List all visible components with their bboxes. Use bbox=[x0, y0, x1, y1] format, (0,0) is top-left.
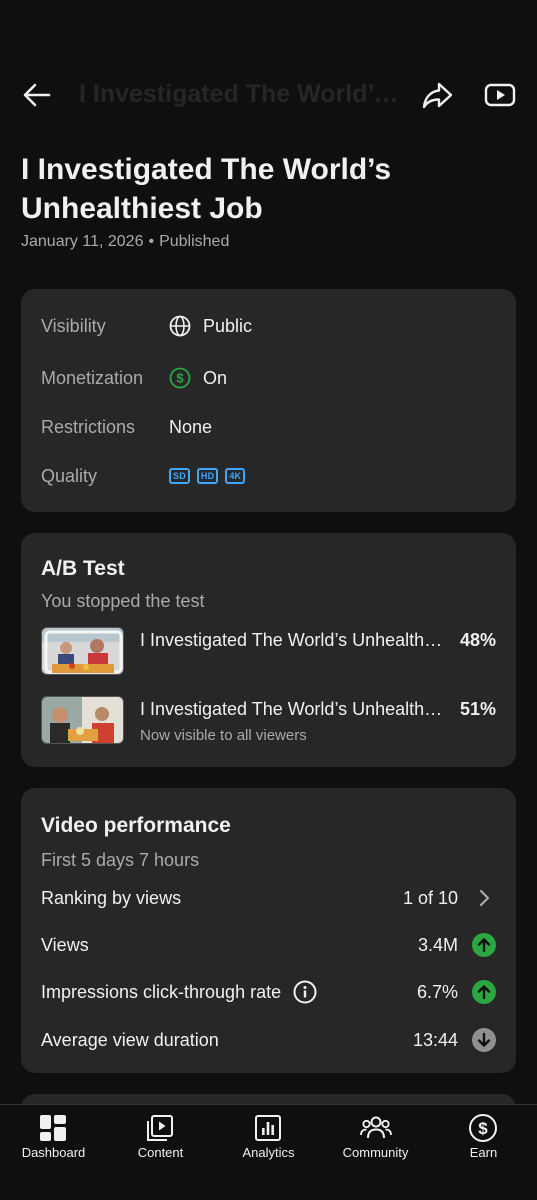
arrow-left-icon bbox=[23, 83, 51, 107]
ab-variant-row[interactable]: I Investigated The World’s Unhealthiest … bbox=[41, 696, 496, 746]
variant-note: Now visible to all viewers bbox=[140, 727, 307, 744]
4k-badge: 4K bbox=[225, 468, 246, 484]
video-meta: January 11, 2026 • Published bbox=[21, 233, 229, 251]
ctr-label: Impressions click-through rate bbox=[41, 980, 317, 1004]
nav-analytics[interactable]: Analytics bbox=[215, 1105, 322, 1200]
views-label: Views bbox=[41, 934, 89, 955]
youtube-button[interactable] bbox=[484, 79, 516, 111]
visibility-row[interactable]: Visibility Public bbox=[41, 311, 496, 341]
ab-variant-row[interactable]: I Investigated The World’s Unhealthiest … bbox=[41, 627, 496, 677]
ab-test-subtitle: You stopped the test bbox=[41, 591, 205, 611]
share-button[interactable] bbox=[421, 79, 453, 111]
ranking-label: Ranking by views bbox=[41, 887, 182, 908]
quality-row[interactable]: Quality SD HD 4K bbox=[41, 461, 496, 491]
share-icon bbox=[422, 82, 453, 109]
restrictions-value: None bbox=[169, 416, 213, 437]
variant-thumbnail bbox=[41, 627, 124, 675]
topbar-title: I Investigated The World’s Unhealthiest … bbox=[79, 80, 409, 108]
content-icon bbox=[147, 1115, 173, 1141]
globe-icon bbox=[169, 315, 191, 337]
restrictions-label: Restrictions bbox=[41, 416, 136, 437]
variant-percent: 48% bbox=[459, 630, 496, 650]
visibility-label: Visibility bbox=[41, 315, 106, 336]
variant-title: I Investigated The World’s Unhealthiest … bbox=[140, 699, 445, 719]
arrow-up-circle-icon bbox=[472, 933, 496, 957]
chevron-right-icon[interactable] bbox=[472, 886, 496, 910]
publish-status: Published bbox=[159, 233, 230, 250]
arrow-up-circle-icon bbox=[472, 980, 496, 1004]
nav-community[interactable]: Community bbox=[322, 1105, 429, 1200]
views-value: 3.4M bbox=[417, 934, 458, 955]
nav-content[interactable]: Content bbox=[107, 1105, 214, 1200]
video-title: I Investigated The World’s Unhealthiest … bbox=[21, 153, 392, 225]
svg-text:$: $ bbox=[478, 1119, 488, 1138]
svg-text:$: $ bbox=[176, 371, 184, 386]
video-performance-card[interactable]: Video performance First 5 days 7 hours R… bbox=[21, 788, 516, 1073]
views-row: Views 3.4M bbox=[41, 930, 496, 960]
ab-test-heading: A/B Test bbox=[41, 557, 125, 580]
restrictions-row[interactable]: Restrictions None bbox=[41, 412, 496, 442]
monetization-row[interactable]: Monetization $ On bbox=[41, 363, 496, 393]
performance-subtitle: First 5 days 7 hours bbox=[41, 850, 200, 870]
dollar-circle-icon: $ bbox=[169, 367, 191, 389]
ranking-row[interactable]: Ranking by views 1 of 10 bbox=[41, 883, 496, 913]
community-icon bbox=[360, 1116, 392, 1139]
ctr-value: 6.7% bbox=[416, 981, 458, 1002]
publish-date: January 11, 2026 bbox=[21, 233, 144, 250]
ab-test-card[interactable]: A/B Test You stopped the test I Investig… bbox=[21, 533, 516, 767]
sd-badge: SD bbox=[169, 468, 190, 484]
avd-label: Average view duration bbox=[41, 1029, 219, 1050]
variant-title: I Investigated The World’s Unhealthiest … bbox=[140, 630, 445, 650]
arrow-down-circle-icon bbox=[472, 1028, 496, 1052]
monetization-value: $ On bbox=[169, 367, 227, 389]
dashboard-icon bbox=[40, 1115, 66, 1141]
monetization-label: Monetization bbox=[41, 367, 144, 388]
analytics-icon bbox=[255, 1115, 281, 1141]
performance-heading: Video performance bbox=[41, 814, 231, 837]
avd-value: 13:44 bbox=[412, 1029, 458, 1050]
meta-separator: • bbox=[148, 233, 155, 250]
avg-view-duration-row: Average view duration 13:44 bbox=[41, 1025, 496, 1055]
quality-label: Quality bbox=[41, 465, 98, 486]
video-details-card[interactable]: Visibility Public Monetization $ On Rest… bbox=[21, 289, 516, 512]
youtube-play-icon bbox=[484, 83, 516, 107]
earn-icon: $ bbox=[469, 1114, 497, 1142]
nav-earn[interactable]: $ Earn bbox=[430, 1105, 537, 1200]
quality-badges: SD HD 4K bbox=[169, 468, 252, 484]
hd-badge: HD bbox=[196, 468, 219, 484]
back-button[interactable] bbox=[22, 80, 52, 110]
info-icon[interactable] bbox=[293, 980, 317, 1004]
ctr-row: Impressions click-through rate 6.7% bbox=[41, 977, 496, 1007]
nav-dashboard[interactable]: Dashboard bbox=[0, 1105, 107, 1200]
bottom-navigation: Dashboard Content Analytics Community $ … bbox=[0, 1104, 537, 1200]
variant-percent: 51% bbox=[459, 699, 496, 719]
visibility-value: Public bbox=[169, 315, 252, 337]
ranking-value: 1 of 10 bbox=[402, 887, 458, 908]
variant-thumbnail bbox=[41, 696, 124, 744]
